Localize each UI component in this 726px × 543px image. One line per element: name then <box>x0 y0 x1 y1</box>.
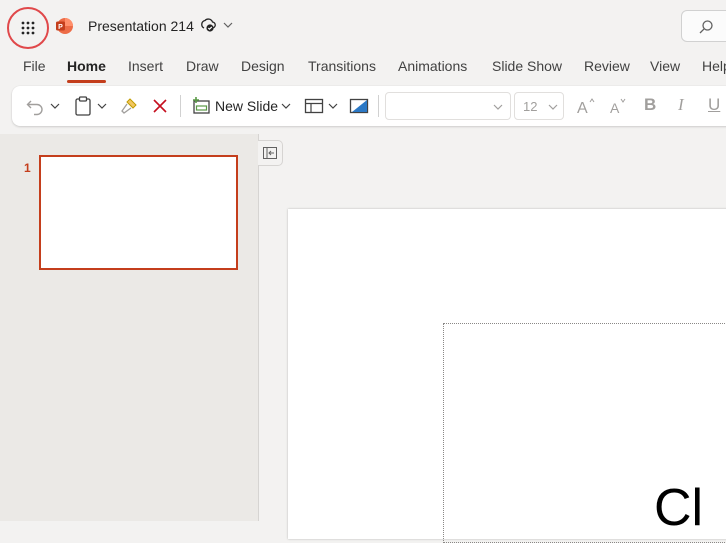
underline-button[interactable]: U <box>708 95 720 115</box>
chevron-down-icon <box>97 103 107 109</box>
undo-icon <box>26 100 43 116</box>
font-name-combobox[interactable] <box>385 92 511 120</box>
tab-file[interactable]: File <box>23 58 46 74</box>
chevron-down-icon <box>548 104 558 110</box>
tab-home[interactable]: Home <box>67 58 106 74</box>
format-painter-icon <box>121 98 137 114</box>
new-slide-dropdown[interactable] <box>279 99 293 113</box>
cloud-sync-icon[interactable] <box>200 17 216 33</box>
layout-dropdown[interactable] <box>326 99 340 113</box>
tab-animations[interactable]: Animations <box>398 58 467 74</box>
clipboard-icon <box>75 96 91 116</box>
chevron-down-icon <box>328 103 338 109</box>
title-placeholder-text[interactable]: Cl <box>654 478 703 538</box>
active-tab-indicator <box>67 80 106 83</box>
delete-button[interactable] <box>149 95 171 117</box>
tab-design[interactable]: Design <box>241 58 285 74</box>
shrink-font-button[interactable]: A <box>608 95 632 117</box>
tab-help[interactable]: Help <box>702 58 726 74</box>
shrink-font-icon: A <box>610 98 626 116</box>
undo-dropdown[interactable] <box>48 99 62 113</box>
paste-dropdown[interactable] <box>95 99 109 113</box>
title-bar: P Presentation 214 <box>0 0 726 52</box>
bold-button[interactable]: B <box>644 95 656 115</box>
search-icon <box>699 20 713 34</box>
search-box[interactable] <box>681 10 726 42</box>
grow-font-icon: A <box>577 98 595 116</box>
slide-thumbnail[interactable] <box>39 155 238 270</box>
layout-icon <box>304 98 324 114</box>
tab-draw[interactable]: Draw <box>186 58 219 74</box>
collapse-pane-icon <box>263 147 277 159</box>
menu-tabs: File Home Insert Draw Design Transitions… <box>0 52 726 82</box>
new-slide-icon-button[interactable] <box>190 95 212 117</box>
collapse-pane-button[interactable] <box>258 140 283 166</box>
format-painter-button[interactable] <box>118 95 140 117</box>
layout-button[interactable] <box>303 95 325 117</box>
ribbon-separator <box>180 95 181 117</box>
tab-slide-show[interactable]: Slide Show <box>492 58 562 74</box>
waffle-grid-icon <box>21 21 35 35</box>
tab-view[interactable]: View <box>650 58 680 74</box>
app-launcher-button[interactable] <box>7 7 49 49</box>
tab-review[interactable]: Review <box>584 58 630 74</box>
chevron-down-icon <box>493 104 503 110</box>
chevron-down-icon <box>281 103 291 109</box>
home-ribbon: New Slide 12 A A B I U <box>12 86 726 126</box>
format-background-button[interactable] <box>348 95 370 117</box>
svg-text:A: A <box>610 100 620 116</box>
ribbon-separator <box>378 95 379 117</box>
tab-transitions[interactable]: Transitions <box>308 58 376 74</box>
document-title[interactable]: Presentation 214 <box>88 18 194 34</box>
powerpoint-icon: P <box>56 18 73 34</box>
new-slide-button[interactable]: New Slide <box>215 98 278 114</box>
italic-button[interactable]: I <box>678 95 684 115</box>
slide-number: 1 <box>24 161 31 175</box>
format-background-icon <box>349 98 369 114</box>
font-size-value: 12 <box>523 99 538 114</box>
chevron-down-icon <box>50 103 60 109</box>
undo-button[interactable] <box>24 95 46 117</box>
new-slide-icon <box>193 97 210 114</box>
close-icon <box>153 99 167 113</box>
paste-button[interactable] <box>72 95 94 117</box>
font-size-combobox[interactable]: 12 <box>514 92 564 120</box>
tab-insert[interactable]: Insert <box>128 58 163 74</box>
chevron-down-icon[interactable] <box>222 19 234 31</box>
grow-font-button[interactable]: A <box>575 95 599 117</box>
svg-text:A: A <box>577 100 588 116</box>
svg-text:P: P <box>58 24 63 31</box>
